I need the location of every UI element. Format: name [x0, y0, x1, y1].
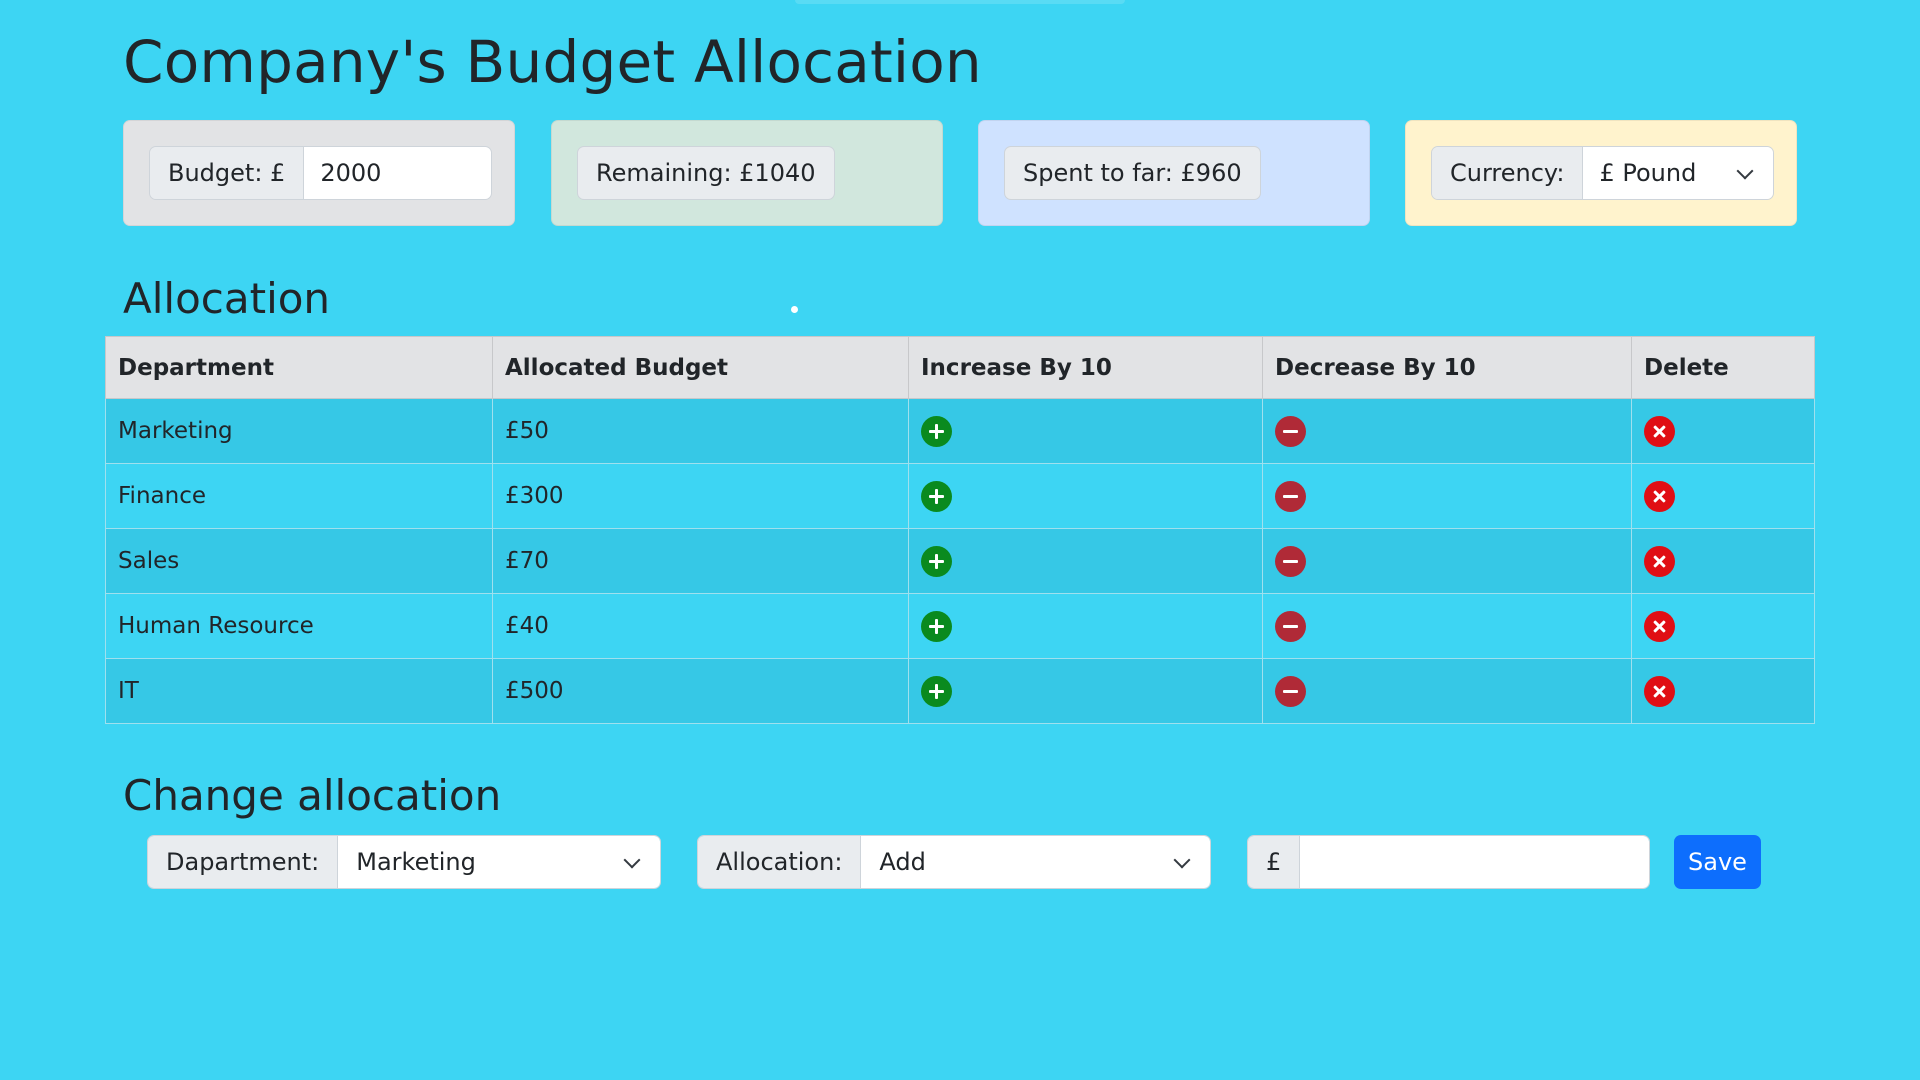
budget-cell: £40: [492, 593, 909, 659]
budget-input-group: Budget: £ 2000: [149, 146, 492, 200]
remaining-card: Remaining: £1040: [551, 120, 943, 226]
currency-label: Currency:: [1432, 147, 1584, 199]
x-circle-icon[interactable]: [1644, 610, 1675, 642]
currency-selected-value: £ Pound: [1599, 159, 1697, 187]
department-cell: IT: [105, 658, 493, 724]
department-cell: Marketing: [105, 398, 493, 464]
minus-circle-icon[interactable]: [1275, 675, 1306, 707]
minus-circle-icon[interactable]: [1275, 415, 1306, 447]
column-header-allocated-budget: Allocated Budget: [492, 336, 909, 399]
table-header-row: Department Allocated Budget Increase By …: [105, 336, 1815, 399]
minus-circle-icon[interactable]: [1275, 610, 1306, 642]
x-circle-icon[interactable]: [1644, 415, 1675, 447]
table-row: Sales £70: [105, 528, 1815, 594]
change-allocation-heading: Change allocation: [123, 771, 502, 820]
department-label: Dapartment:: [148, 836, 339, 888]
allocation-select-group: Allocation: Add: [697, 835, 1211, 889]
allocation-select[interactable]: Add: [861, 836, 1210, 888]
x-circle-icon[interactable]: [1644, 480, 1675, 512]
budget-cell: £300: [492, 463, 909, 529]
column-header-delete: Delete: [1631, 336, 1815, 399]
cursor-dot: [791, 306, 798, 313]
spent-text: Spent to far: £960: [1004, 146, 1261, 200]
department-selected-value: Marketing: [356, 848, 476, 876]
department-cell: Sales: [105, 528, 493, 594]
allocation-selected-value: Add: [879, 848, 926, 876]
budget-cell: £50: [492, 398, 909, 464]
minus-circle-icon[interactable]: [1275, 545, 1306, 577]
budget-input[interactable]: 2000: [304, 147, 491, 199]
budget-cell: £500: [492, 658, 909, 724]
allocation-label: Allocation:: [698, 836, 862, 888]
currency-symbol: £: [1248, 836, 1301, 888]
budget-app: Company's Budget Allocation Budget: £ 20…: [0, 0, 1920, 1080]
plus-circle-icon[interactable]: [921, 480, 952, 512]
minus-circle-icon[interactable]: [1275, 480, 1306, 512]
page-title: Company's Budget Allocation: [123, 28, 982, 96]
currency-select-group: Currency: £ Pound: [1431, 146, 1774, 200]
plus-circle-icon[interactable]: [921, 545, 952, 577]
column-header-increase: Increase By 10: [908, 336, 1263, 399]
remaining-text: Remaining: £1040: [577, 146, 835, 200]
budget-cell: £70: [492, 528, 909, 594]
amount-input[interactable]: [1300, 836, 1649, 888]
department-select-group: Dapartment: Marketing: [147, 835, 661, 889]
budget-label: Budget: £: [150, 147, 305, 199]
department-cell: Finance: [105, 463, 493, 529]
currency-select[interactable]: £ Pound: [1583, 147, 1773, 199]
chevron-down-icon: [1173, 851, 1191, 869]
budget-card: Budget: £ 2000: [123, 120, 515, 226]
x-circle-icon[interactable]: [1644, 675, 1675, 707]
chevron-down-icon: [1736, 162, 1754, 180]
table-row: Human Resource £40: [105, 593, 1815, 659]
allocation-heading: Allocation: [123, 274, 331, 323]
currency-card: Currency: £ Pound: [1405, 120, 1797, 226]
table-row: Finance £300: [105, 463, 1815, 529]
spent-card: Spent to far: £960: [978, 120, 1370, 226]
table-row: IT £500: [105, 658, 1815, 724]
column-header-decrease: Decrease By 10: [1262, 336, 1632, 399]
amount-input-group: £: [1247, 835, 1650, 889]
allocation-table: Department Allocated Budget Increase By …: [105, 336, 1815, 724]
column-header-department: Department: [105, 336, 493, 399]
table-row: Marketing £50: [105, 398, 1815, 464]
save-button[interactable]: Save: [1674, 835, 1761, 889]
top-edge-highlight: [795, 0, 1125, 4]
plus-circle-icon[interactable]: [921, 415, 952, 447]
x-circle-icon[interactable]: [1644, 545, 1675, 577]
department-select[interactable]: Marketing: [338, 836, 660, 888]
plus-circle-icon[interactable]: [921, 610, 952, 642]
plus-circle-icon[interactable]: [921, 675, 952, 707]
chevron-down-icon: [623, 851, 641, 869]
department-cell: Human Resource: [105, 593, 493, 659]
